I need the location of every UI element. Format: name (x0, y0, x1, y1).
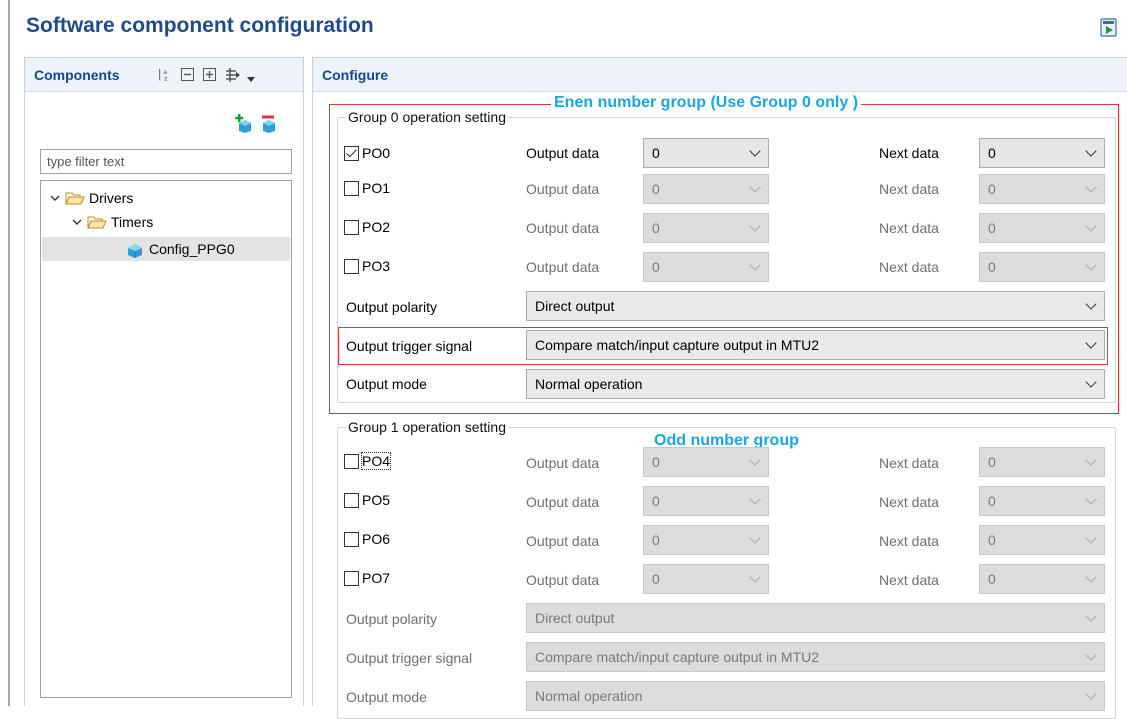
component-cube-icon (128, 244, 142, 258)
chevron-down-icon (1085, 610, 1097, 622)
remove-component-icon[interactable] (259, 114, 279, 134)
tree-item-timers[interactable]: Timers (71, 211, 153, 233)
chevron-down-icon (1085, 688, 1097, 700)
folder-open-icon (87, 216, 107, 229)
group1-output-mode-select: Normal operation (526, 681, 1105, 711)
po5-checkbox[interactable]: PO5 (344, 485, 390, 515)
tree-item-label: Drivers (89, 190, 134, 206)
select-value: 0 (988, 493, 996, 509)
chevron-down-icon (749, 571, 761, 583)
po5-next-data-select: 0 (979, 486, 1105, 516)
po5-label: PO5 (362, 492, 391, 508)
chevron-down-icon (749, 532, 761, 544)
chevron-down-icon[interactable] (49, 192, 61, 204)
checkbox-unchecked[interactable] (344, 531, 359, 547)
po7-next-data-label: Next data (879, 572, 939, 588)
po7-checkbox[interactable]: PO7 (344, 563, 390, 593)
tree-item-label: Config_PPG0 (149, 241, 235, 257)
po7-output-data-select: 0 (643, 564, 769, 594)
po4-output-data-label: Output data (526, 455, 600, 471)
components-tab[interactable]: Components (34, 67, 120, 83)
group1-output-polarity-select: Direct output (526, 603, 1105, 633)
configure-panel-header: Configure (313, 58, 1127, 92)
tree-item-drivers[interactable]: Drivers (49, 187, 133, 209)
configure-panel: Configure Group 0 operation setting PO0 … (312, 57, 1127, 719)
po5-output-data-label: Output data (526, 494, 600, 510)
expand-all-icon[interactable] (202, 67, 218, 83)
po6-output-data-label: Output data (526, 533, 600, 549)
tree-item-label: Timers (111, 214, 154, 230)
chevron-down-icon (749, 493, 761, 505)
checkbox-unchecked[interactable] (344, 570, 359, 586)
select-value: 0 (652, 571, 660, 587)
po5-next-data-label: Next data (879, 494, 939, 510)
po4-next-data-label: Next data (879, 455, 939, 471)
checkbox-unchecked[interactable] (344, 453, 359, 469)
chevron-down-icon (749, 454, 761, 466)
po4-output-data-select: 0 (643, 447, 769, 477)
group1-output-polarity-label: Output polarity (346, 611, 438, 627)
po7-output-data-label: Output data (526, 572, 600, 588)
po4-next-data-select: 0 (979, 447, 1105, 477)
po6-label: PO6 (362, 531, 391, 547)
window-left-border (0, 0, 10, 706)
po7-next-data-select: 0 (979, 564, 1105, 594)
svg-text:z: z (164, 75, 167, 82)
select-value: 0 (652, 454, 660, 470)
select-value: Compare match/input capture output in MT… (535, 649, 820, 665)
select-value: 0 (652, 532, 660, 548)
select-value: 0 (988, 532, 996, 548)
po6-next-data-select: 0 (979, 525, 1105, 555)
po6-output-data-select: 0 (643, 525, 769, 555)
po4-label: PO4 (360, 452, 392, 470)
chevron-down-icon (1085, 493, 1097, 505)
select-value: Direct output (535, 610, 615, 626)
po6-next-data-label: Next data (879, 533, 939, 549)
chevron-down-icon (1085, 454, 1097, 466)
trigger-highlight-box (338, 327, 1108, 365)
select-value: Normal operation (535, 688, 643, 704)
components-panel: Components a z type filter text Drivers … (24, 57, 304, 706)
folder-open-icon (65, 192, 85, 205)
component-tree: Drivers Timers Config_PPG0 (40, 180, 292, 698)
group1-output-mode-label: Output mode (346, 689, 427, 705)
po5-output-data-select: 0 (643, 486, 769, 516)
components-panel-header: Components a z (25, 58, 303, 92)
view-menu-dropdown-icon[interactable] (246, 72, 256, 88)
group0-highlight-box (329, 104, 1119, 414)
select-value: 0 (988, 454, 996, 470)
tree-item-config-ppg0[interactable]: Config_PPG0 (125, 238, 235, 260)
select-value: 0 (988, 571, 996, 587)
component-filter-input[interactable]: type filter text (40, 149, 292, 174)
po7-label: PO7 (362, 570, 391, 586)
select-value: 0 (652, 493, 660, 509)
po6-checkbox[interactable]: PO6 (344, 524, 390, 554)
add-component-icon[interactable] (235, 114, 255, 134)
collapse-all-icon[interactable] (180, 67, 196, 83)
run-code-generator-icon[interactable] (1099, 18, 1119, 38)
po4-checkbox[interactable]: PO4 (344, 446, 392, 476)
group1-output-trigger-label: Output trigger signal (346, 650, 473, 666)
page-title: Software component configuration (26, 14, 374, 37)
group1-legend: Group 1 operation setting (348, 419, 506, 435)
configure-tab[interactable]: Configure (322, 67, 388, 83)
chevron-down-icon[interactable] (71, 216, 83, 228)
group1-output-trigger-select: Compare match/input capture output in MT… (526, 642, 1105, 672)
even-group-annotation: Enen number group (Use Group 0 only ) (551, 94, 862, 112)
chevron-down-icon (1085, 571, 1097, 583)
chevron-down-icon (1085, 532, 1097, 544)
sort-az-icon[interactable]: a z (156, 67, 174, 83)
checkbox-unchecked[interactable] (344, 492, 359, 508)
chevron-down-icon (1085, 649, 1097, 661)
filter-options-icon[interactable] (224, 67, 242, 83)
